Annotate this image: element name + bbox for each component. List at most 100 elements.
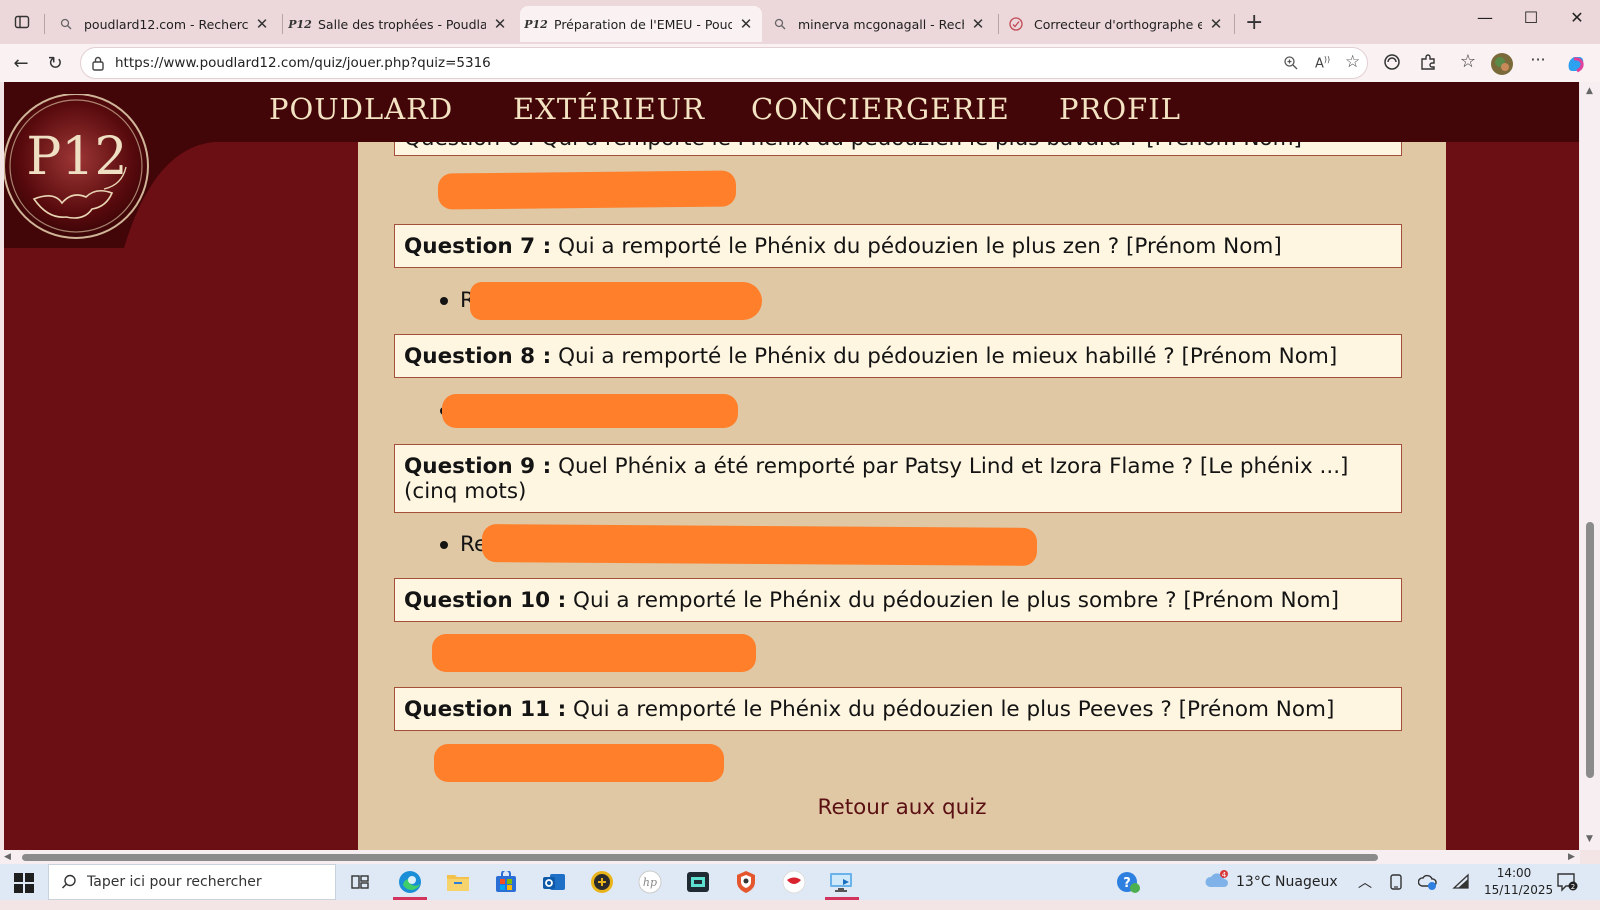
extensions-icon[interactable] <box>1416 53 1440 75</box>
favorite-star-icon[interactable]: ☆ <box>1345 52 1360 72</box>
wifi-icon[interactable] <box>1452 873 1470 909</box>
scroll-right-icon[interactable]: ▶ <box>1568 852 1575 862</box>
close-tab-icon[interactable]: ✕ <box>254 15 270 33</box>
clock-date: 15/11/2025 <box>1484 883 1554 897</box>
nav-exterieur[interactable]: Extérieur <box>513 92 705 126</box>
remote-desktop-icon[interactable] <box>825 868 859 900</box>
question-text: Qui a remporté le Phénix du pédouzien le… <box>573 697 1335 722</box>
scroll-thumb[interactable] <box>1586 522 1594 778</box>
horizontal-scrollbar[interactable]: ◀ ▶ <box>0 850 1580 864</box>
tab-title: poudlard12.com - Recherche <box>84 16 248 32</box>
question-label: Question 9 : <box>404 454 552 479</box>
svg-text:2: 2 <box>1571 883 1575 891</box>
answer-item <box>432 634 780 678</box>
tab-actions-icon[interactable] <box>10 10 34 34</box>
clock-time: 14:00 <box>1496 866 1532 880</box>
nav-profil[interactable]: Profil <box>1059 92 1181 126</box>
outlook-icon[interactable] <box>537 868 571 896</box>
p12-icon: P12 <box>524 17 548 31</box>
address-bar[interactable]: https://www.poudlard12.com/quiz/jouer.ph… <box>80 47 1368 79</box>
close-tab-icon[interactable]: ✕ <box>1208 15 1224 33</box>
profile-avatar[interactable] <box>1490 53 1514 79</box>
question-text: Qui a remporté le Phénix du pédouzien le… <box>558 344 1338 369</box>
refresh-icon[interactable]: ↻ <box>42 50 68 76</box>
device-icon[interactable] <box>1388 873 1404 909</box>
chevron-up-icon[interactable]: ︿ <box>1358 872 1372 908</box>
maximize-icon[interactable]: ☐ <box>1516 8 1546 27</box>
tab-salle-trophees[interactable]: P12 Salle des trophées - Poudlard12 ✕ <box>284 6 516 42</box>
read-aloud-icon[interactable]: A)) <box>1315 55 1330 71</box>
close-window-icon[interactable]: ✕ <box>1562 8 1592 27</box>
new-tab-icon[interactable]: + <box>1245 10 1263 35</box>
taskbar-search-input[interactable]: Taper ici pour rechercher <box>48 864 336 900</box>
redacted-answer <box>470 282 762 320</box>
address-bar-row: ← ↻ https://www.poudlard12.com/quiz/joue… <box>0 44 1600 82</box>
onedrive-sync-icon[interactable] <box>1417 873 1438 909</box>
tab-correcteur[interactable]: Correcteur d'orthographe et de g ✕ <box>1000 6 1232 42</box>
url-text[interactable]: https://www.poudlard12.com/quiz/jouer.ph… <box>115 55 491 71</box>
search-icon <box>58 16 74 32</box>
task-view-icon[interactable] <box>343 868 377 896</box>
page-viewport: Question 6 : Qui a remporté le Phénix du… <box>4 82 1579 850</box>
lock-icon[interactable] <box>91 55 105 75</box>
question-label: Question 7 : <box>404 234 552 259</box>
tab-poudlard-search[interactable]: poudlard12.com - Recherche ✕ <box>50 6 278 42</box>
hp-icon[interactable]: hp <box>633 868 667 896</box>
close-tab-icon[interactable]: ✕ <box>492 15 508 33</box>
back-arrow-icon[interactable]: ← <box>8 50 34 76</box>
close-tab-icon[interactable]: ✕ <box>738 15 754 33</box>
redacted-answer <box>437 170 737 210</box>
windows-taskbar: Taper ici pour rechercher hp ? 4 13°C Nu… <box>0 864 1600 900</box>
question-label: Question 8 : <box>404 344 552 369</box>
quiz-content: Question 6 : Qui a remporté le Phénix du… <box>358 82 1446 850</box>
tab-title: minerva mcgonagall - Recherche <box>798 16 964 32</box>
app-dark-circle-icon[interactable] <box>585 868 619 896</box>
notification-icon[interactable]: 2 <box>1556 872 1578 908</box>
redacted-answer <box>442 394 738 428</box>
vertical-scrollbar[interactable]: ▲ ▼ <box>1580 82 1600 850</box>
nav-poudlard[interactable]: Poudlard <box>269 92 453 126</box>
close-tab-icon[interactable]: ✕ <box>970 15 986 33</box>
antivirus-shield-icon[interactable] <box>729 868 763 896</box>
search-placeholder: Taper ici pour rechercher <box>87 874 262 890</box>
favorites-icon[interactable]: ☆ <box>1456 51 1480 72</box>
bullet <box>440 541 448 549</box>
zoom-icon[interactable] <box>1283 55 1299 75</box>
minimize-icon[interactable]: — <box>1470 8 1500 27</box>
site-logo[interactable]: P12 <box>4 93 154 249</box>
terminal-app-icon[interactable] <box>681 868 715 896</box>
search-icon <box>772 16 788 32</box>
redacted-answer <box>432 634 756 672</box>
scroll-thumb[interactable] <box>22 854 1378 861</box>
svg-text:?: ? <box>1123 876 1131 891</box>
app-red-logo-icon[interactable] <box>777 868 811 896</box>
svg-text:4: 4 <box>1222 871 1227 879</box>
tab-minerva-search[interactable]: minerva mcgonagall - Recherche ✕ <box>764 6 994 42</box>
copilot-icon[interactable] <box>1564 53 1588 79</box>
logo-text: P12 <box>26 127 127 187</box>
answer-item <box>440 394 760 436</box>
search-icon <box>61 874 77 894</box>
scroll-up-icon[interactable]: ▲ <box>1586 86 1593 96</box>
microsoft-store-icon[interactable] <box>489 868 523 896</box>
redacted-answer <box>481 524 1038 566</box>
p12-icon: P12 <box>288 17 312 31</box>
tab-title: Salle des trophées - Poudlard12 <box>318 16 486 32</box>
nav-conciergerie[interactable]: Conciergerie <box>751 92 1010 126</box>
question-label: Question 10 : <box>404 588 567 613</box>
scroll-down-icon[interactable]: ▼ <box>1586 834 1593 844</box>
site-nav: Poudlard Extérieur Conciergerie Profil <box>4 82 1579 142</box>
more-options-icon[interactable]: ··· <box>1526 50 1550 69</box>
tab-preparation-emeu[interactable]: P12 Préparation de l'EMEU - Poudlard ✕ <box>520 6 762 42</box>
question-text: Qui a remporté le Phénix du pédouzien le… <box>558 234 1282 259</box>
edge-browser-icon[interactable] <box>393 868 427 900</box>
windows-start-icon[interactable] <box>14 873 34 893</box>
weather-text[interactable]: 13°C Nuageux <box>1236 874 1338 910</box>
browser-essentials-icon[interactable] <box>1380 53 1404 75</box>
scroll-left-icon[interactable]: ◀ <box>4 852 11 862</box>
clock[interactable]: 14:00 15/11/2025 <box>1484 865 1554 901</box>
file-explorer-icon[interactable] <box>441 868 475 896</box>
answer-item <box>434 744 740 788</box>
back-to-quiz-link[interactable]: Retour aux quiz <box>358 795 1446 820</box>
answer-item: R <box>440 282 762 326</box>
